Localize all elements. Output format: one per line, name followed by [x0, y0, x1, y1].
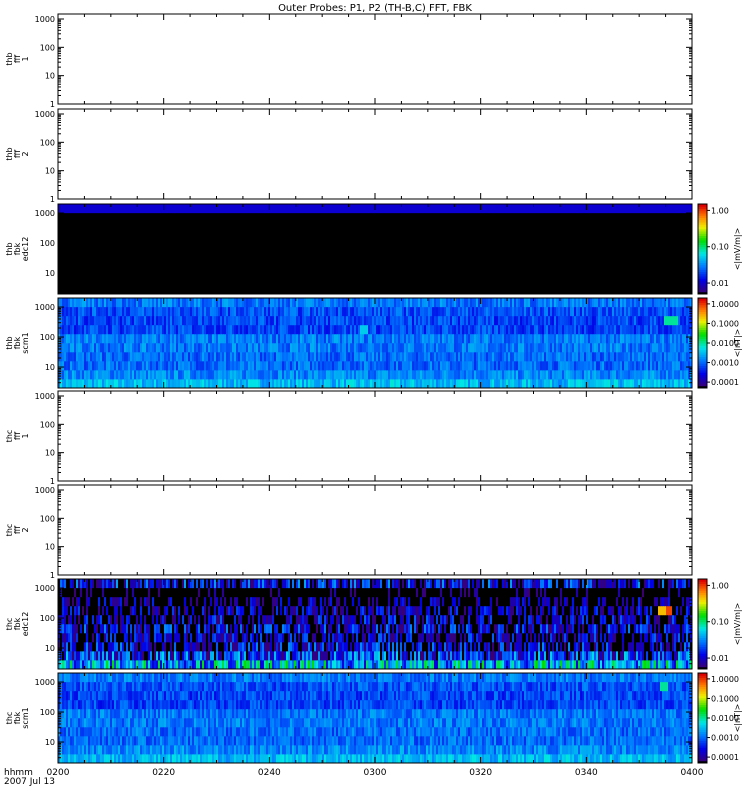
y-tick-label: 100	[40, 239, 55, 248]
colorbar-tick-label: 1.00	[711, 206, 729, 215]
panel-thb-fff-1: 1101001000thb fff 1	[5, 13, 693, 109]
y-axis-label: edc12	[21, 237, 30, 262]
colorbar-label: <|mV/m|>	[733, 228, 742, 271]
panel-thb-fbk-edc12: 0.010.101.00<|mV/m|>101001000thb fbk edc12	[5, 203, 742, 295]
plot-frame	[57, 108, 693, 200]
plot-frame	[57, 13, 693, 105]
y-tick-label: 1000	[35, 15, 55, 24]
panel-thb-fbk-scm1: 0.00010.00100.01000.10001.0000<|nT|>1010…	[5, 297, 742, 389]
y-tick-label: 1000	[35, 209, 55, 218]
y-tick-label: 1000	[35, 110, 55, 119]
y-tick-label: 10	[45, 269, 55, 278]
y-tick-label: 10	[45, 72, 55, 81]
colorbar-thb-fbk-edc12: 0.01 0.10 1.00 <|mV/m|>	[697, 203, 742, 295]
figure: Outer Probes: P1, P2 (TH-B,C) FFT, FBK 1…	[4, 3, 742, 787]
panel-thb-fff-2: 1101001000thb fff 2	[5, 108, 693, 204]
colorbar-tick-label: 0.10	[711, 243, 729, 252]
y-tick-label: 1	[50, 100, 55, 109]
y-axis-label: 2	[21, 151, 30, 156]
y-tick-label: 100	[40, 138, 55, 147]
panels: 1101001000thb fff 11101001000thb fff 20.010.…	[5, 13, 742, 764]
y-tick-label: 10	[45, 167, 55, 176]
figure-title: Outer Probes: P1, P2 (TH-B,C) FFT, FBK	[278, 3, 472, 14]
y-axis-label: 1	[21, 56, 30, 61]
y-tick-label: 100	[40, 43, 55, 52]
y-tick-label: 1	[50, 195, 55, 204]
colorbar-tick-label: 0.01	[711, 279, 729, 288]
